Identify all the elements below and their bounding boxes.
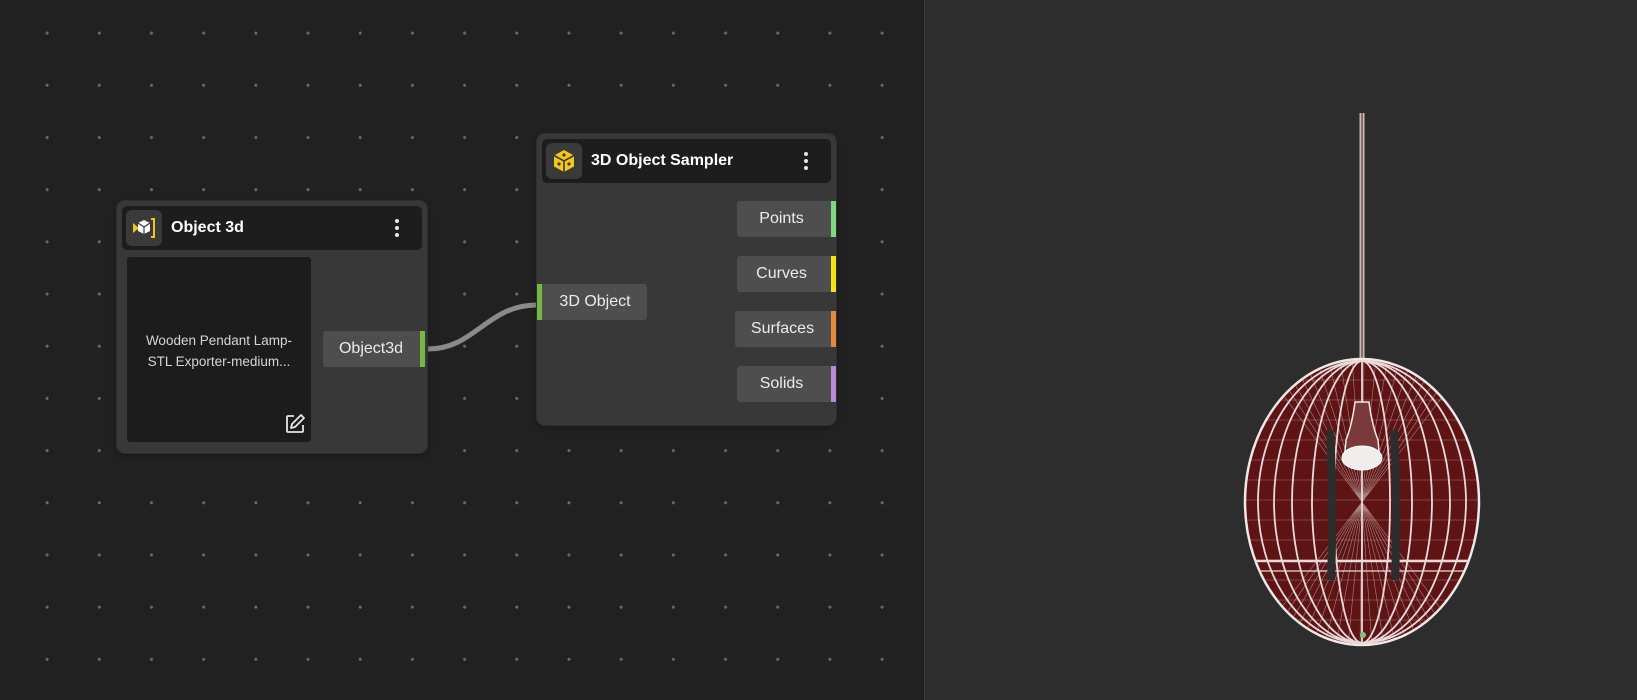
- sampler-output-solids[interactable]: Solids: [737, 366, 836, 402]
- pendant-lamp-model: [1243, 113, 1481, 647]
- output-port-connector[interactable]: [831, 201, 836, 237]
- output-port-connector[interactable]: [831, 256, 836, 292]
- object3d-output-port-label: Object3d: [338, 340, 404, 357]
- vertical-dots-icon[interactable]: [791, 146, 821, 176]
- output-port-connector[interactable]: [831, 366, 836, 402]
- output-port-label: Curves: [756, 265, 807, 282]
- sampler-input-port[interactable]: 3D Object: [537, 284, 647, 320]
- object3d-preview[interactable]: Wooden Pendant Lamp- STL Exporter-medium…: [127, 257, 311, 442]
- sampler-node-title: 3D Object Sampler: [591, 152, 734, 169]
- sampler-output-points[interactable]: Points: [737, 201, 836, 237]
- pencil-edit-icon[interactable]: [283, 412, 307, 436]
- sampler-input-port-label: 3D Object: [559, 293, 631, 310]
- object3d-node[interactable]: Object 3d Wooden Pendant Lamp- STL Expor…: [117, 201, 427, 453]
- sampler-output-surfaces[interactable]: Surfaces: [735, 311, 836, 347]
- object3d-output-port[interactable]: Object3d: [323, 331, 425, 367]
- sampler-network-icon: [546, 143, 582, 179]
- sampler-node-header[interactable]: 3D Object Sampler: [542, 139, 831, 183]
- vertical-dots-icon[interactable]: [382, 213, 412, 243]
- 3d-viewport[interactable]: [925, 0, 1637, 700]
- object3d-node-header[interactable]: Object 3d: [122, 206, 422, 250]
- output-port-connector[interactable]: [420, 331, 425, 367]
- sampler-node[interactable]: 3D Object Sampler 3D Object Points Curve…: [537, 134, 836, 425]
- preview-filename-line2: STL Exporter-medium...: [147, 354, 291, 369]
- output-port-label: Points: [759, 210, 804, 227]
- input-port-connector[interactable]: [537, 284, 542, 320]
- sampler-output-curves[interactable]: Curves: [737, 256, 836, 292]
- node-editor-canvas[interactable]: Object 3d Wooden Pendant Lamp- STL Expor…: [0, 0, 924, 700]
- cube-import-icon: [126, 210, 162, 246]
- output-port-label: Surfaces: [750, 320, 815, 337]
- preview-filename-line1: Wooden Pendant Lamp-: [145, 333, 293, 348]
- output-port-label: Solids: [759, 375, 804, 392]
- object3d-node-title: Object 3d: [171, 219, 244, 236]
- output-port-connector[interactable]: [831, 311, 836, 347]
